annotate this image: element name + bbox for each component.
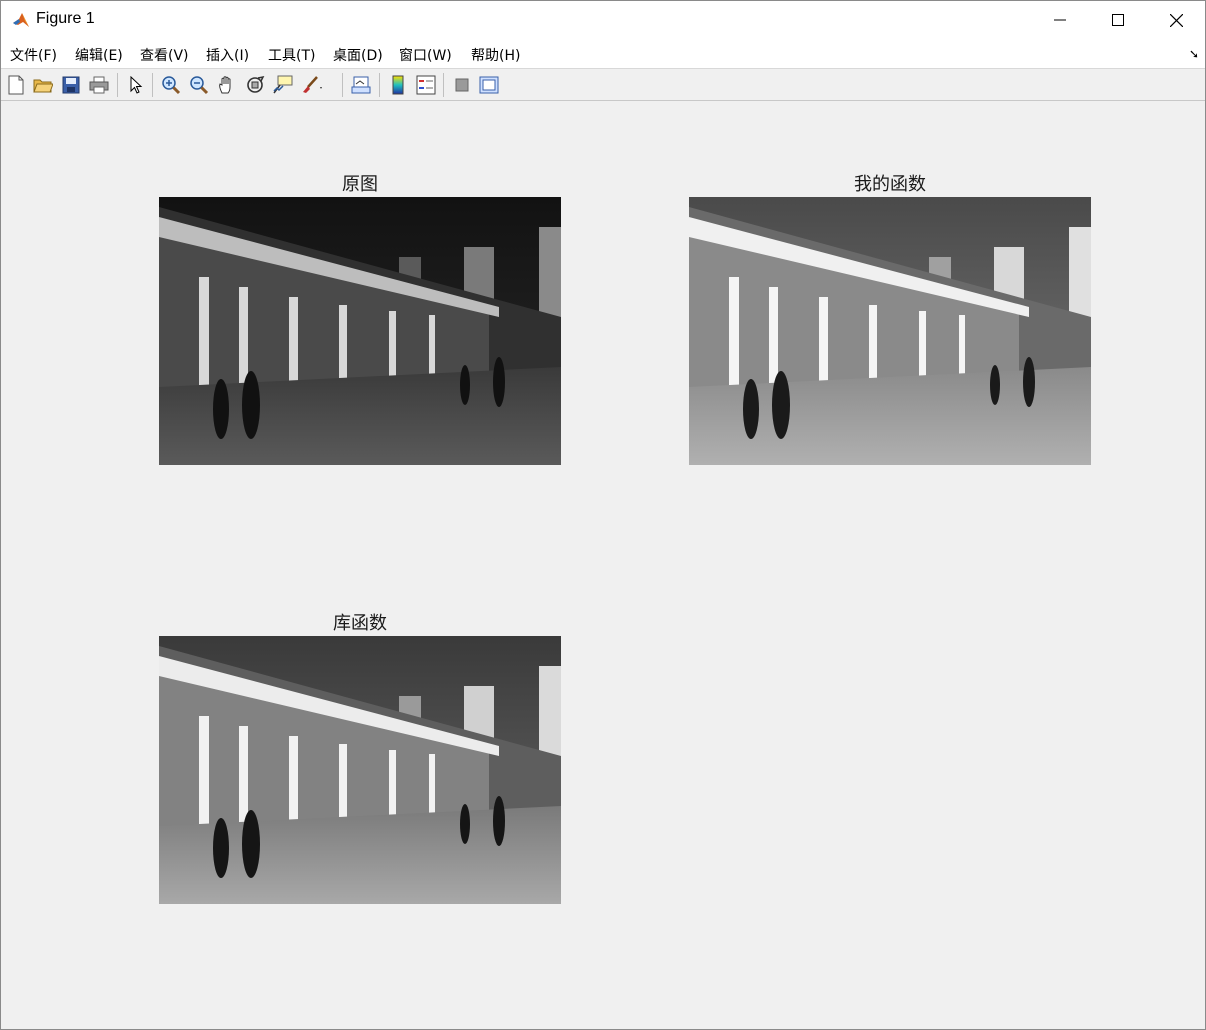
rotate-3d-icon[interactable] <box>244 74 266 96</box>
legend-icon[interactable] <box>415 74 437 96</box>
street-scene-image <box>159 197 561 465</box>
toolbar-separator <box>379 73 380 97</box>
menu-file[interactable]: 文件(F) <box>10 45 57 65</box>
menu-view[interactable]: 查看(V) <box>140 45 189 65</box>
menu-desktop[interactable]: 桌面(D) <box>333 45 383 65</box>
my-function-image[interactable] <box>689 197 1091 465</box>
minimize-button[interactable] <box>1031 1 1089 39</box>
street-scene-histeq-image <box>159 636 561 904</box>
original-image[interactable] <box>159 197 561 465</box>
maximize-button[interactable] <box>1089 1 1147 39</box>
show-plot-tools-icon[interactable] <box>478 74 500 96</box>
title-bar[interactable]: Figure 1 <box>1 1 1205 39</box>
subplot-title-original: 原图 <box>342 174 378 195</box>
zoom-out-icon[interactable] <box>188 74 210 96</box>
toolbar-separator <box>443 73 444 97</box>
new-figure-icon[interactable] <box>5 74 27 96</box>
save-icon[interactable] <box>60 74 82 96</box>
data-cursor-icon[interactable] <box>272 74 294 96</box>
colorbar-icon[interactable] <box>387 74 409 96</box>
link-plot-icon[interactable] <box>350 74 372 96</box>
toolbar-separator <box>152 73 153 97</box>
menu-window[interactable]: 窗口(W) <box>399 45 452 65</box>
menu-insert[interactable]: 插入(I) <box>206 45 249 65</box>
toolbar-separator <box>342 73 343 97</box>
open-file-icon[interactable] <box>32 74 54 96</box>
print-icon[interactable] <box>88 74 110 96</box>
menu-bar: 文件(F) 编辑(E) 查看(V) 插入(I) 工具(T) 桌面(D) 窗口(W… <box>1 39 1205 69</box>
menu-help[interactable]: 帮助(H) <box>471 45 520 65</box>
library-function-image[interactable] <box>159 636 561 904</box>
figure-window: Figure 1 文件(F) 编辑(E) 查看(V) 插入(I) 工具(T) 桌… <box>0 0 1206 1030</box>
window-title: Figure 1 <box>36 10 95 27</box>
dock-arrow-icon[interactable]: ➘ <box>1189 47 1199 61</box>
subplot-title-my-function: 我的函数 <box>854 174 926 195</box>
zoom-in-icon[interactable] <box>160 74 182 96</box>
close-button[interactable] <box>1147 1 1205 39</box>
select-arrow-icon[interactable] <box>125 74 147 96</box>
minimize-icon <box>1054 19 1066 21</box>
toolbar-separator <box>117 73 118 97</box>
matlab-logo-icon <box>11 10 31 30</box>
brush-icon[interactable] <box>300 74 322 96</box>
menu-edit[interactable]: 编辑(E) <box>75 45 123 65</box>
menu-tools[interactable]: 工具(T) <box>268 45 315 65</box>
close-icon <box>1169 13 1183 27</box>
subplot-title-library-function: 库函数 <box>333 613 387 634</box>
street-scene-enhanced-image <box>689 197 1091 465</box>
maximize-icon <box>1112 14 1124 26</box>
pan-hand-icon[interactable] <box>216 74 238 96</box>
figure-canvas: 原图 我的函数 库函数 <box>1 101 1205 1029</box>
hide-plot-tools-icon[interactable] <box>451 74 473 96</box>
figure-toolbar <box>1 69 1205 101</box>
